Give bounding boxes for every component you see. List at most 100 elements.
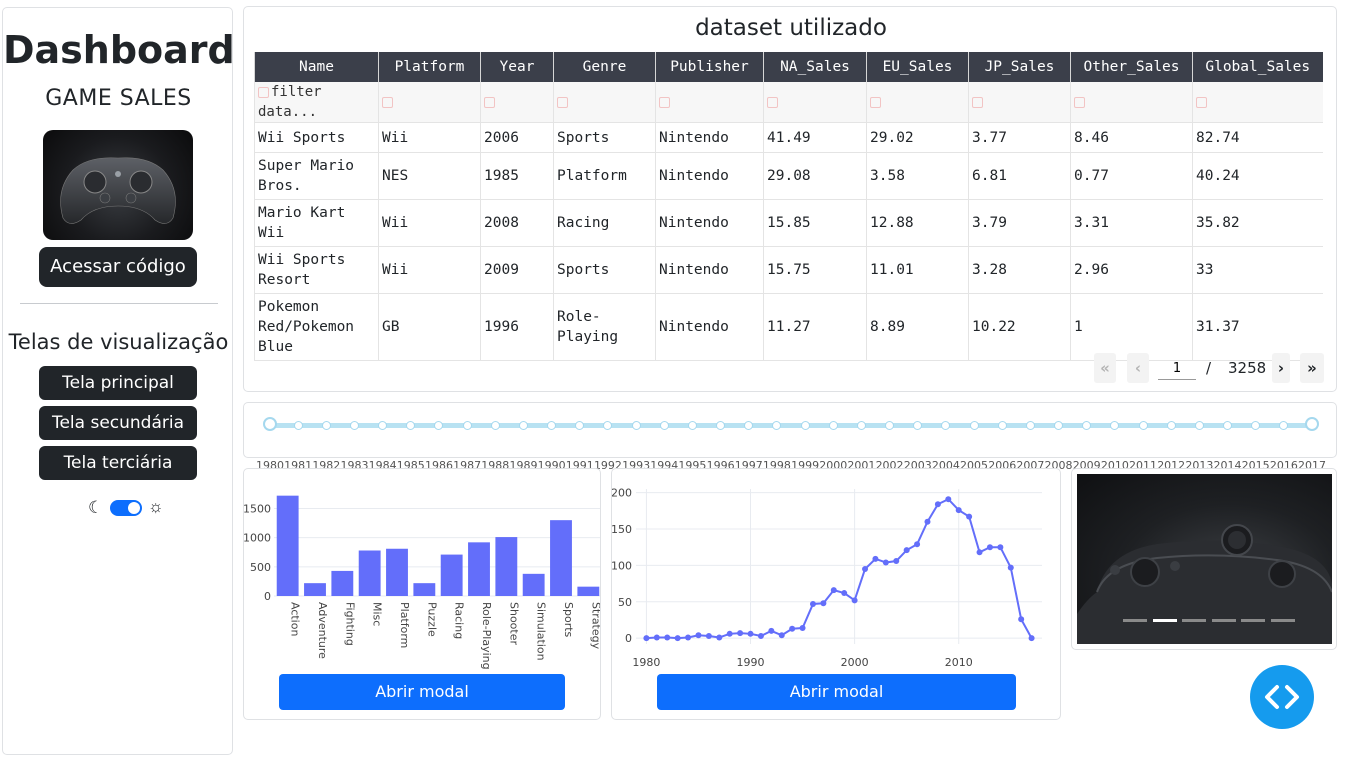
line-point[interactable] xyxy=(945,496,952,503)
line-point[interactable] xyxy=(757,632,764,639)
line-point[interactable] xyxy=(799,624,806,631)
carousel-indicator[interactable] xyxy=(1241,619,1265,622)
table-cell[interactable]: 3.77 xyxy=(968,122,1071,153)
line-point[interactable] xyxy=(664,634,671,641)
theme-switch[interactable] xyxy=(110,500,142,516)
bar[interactable] xyxy=(468,542,490,596)
line-point[interactable] xyxy=(851,597,858,604)
line-point[interactable] xyxy=(955,507,962,514)
carousel-indicator[interactable] xyxy=(1152,619,1177,622)
bar[interactable] xyxy=(550,520,572,596)
line-point[interactable] xyxy=(830,587,837,594)
table-cell[interactable]: 29.08 xyxy=(763,152,867,200)
line-point[interactable] xyxy=(841,590,848,597)
line-point[interactable] xyxy=(726,630,733,637)
line-point[interactable] xyxy=(1007,564,1014,571)
table-cell[interactable]: 1996 xyxy=(480,293,554,361)
table-cell[interactable]: Wii xyxy=(378,246,481,294)
filter-cell[interactable] xyxy=(968,82,1071,123)
table-cell[interactable]: Nintendo xyxy=(655,293,764,361)
table-cell[interactable]: 1 xyxy=(1070,293,1193,361)
line-point[interactable] xyxy=(747,630,754,637)
bar[interactable] xyxy=(413,583,436,596)
line-point[interactable] xyxy=(997,544,1004,551)
table-cell[interactable]: Super Mario Bros. xyxy=(254,152,379,200)
line-point[interactable] xyxy=(1028,635,1035,642)
table-cell[interactable]: 3.79 xyxy=(968,199,1071,247)
bar[interactable] xyxy=(440,554,463,596)
bar[interactable] xyxy=(386,548,408,596)
table-cell[interactable]: 8.89 xyxy=(866,293,969,361)
year-line-chart[interactable]: 0 50 100 150 200 1980 1990 2000 2010 xyxy=(611,469,1060,669)
column-header[interactable]: Platform xyxy=(378,52,481,82)
column-header[interactable]: Global_Sales xyxy=(1192,52,1323,82)
line-point[interactable] xyxy=(674,635,681,642)
column-header[interactable]: Name xyxy=(254,52,379,82)
filter-cell[interactable] xyxy=(866,82,969,123)
secondary-view-button[interactable]: Tela secundária xyxy=(39,406,197,440)
line-point[interactable] xyxy=(966,513,973,520)
theme-toggle[interactable]: ☾ ☼ xyxy=(88,497,168,518)
filter-cell[interactable] xyxy=(655,82,764,123)
table-cell[interactable]: Nintendo xyxy=(655,199,764,247)
table-cell[interactable]: Wii Sports Resort xyxy=(254,246,379,294)
main-view-button[interactable]: Tela principal xyxy=(39,366,197,400)
tertiary-view-button[interactable]: Tela terciária xyxy=(39,446,197,480)
line-point[interactable] xyxy=(820,600,827,607)
line-point[interactable] xyxy=(986,544,993,551)
table-cell[interactable]: Nintendo xyxy=(655,246,764,294)
table-cell[interactable]: 2008 xyxy=(480,199,554,247)
line-point[interactable] xyxy=(882,559,889,566)
filter-cell[interactable] xyxy=(480,82,554,123)
filter-cell[interactable] xyxy=(378,82,481,123)
table-cell[interactable]: 41.49 xyxy=(763,122,867,153)
table-cell[interactable]: Wii xyxy=(378,122,481,153)
line-point[interactable] xyxy=(924,518,931,525)
line-point[interactable] xyxy=(893,558,900,565)
line-point[interactable] xyxy=(934,501,941,508)
table-cell[interactable]: 11.27 xyxy=(763,293,867,361)
bar[interactable] xyxy=(577,586,600,596)
table-cell[interactable]: 29.02 xyxy=(866,122,969,153)
year-range-slider[interactable]: 1980 1981 1982 1983 1984 1985 1986 1987 1988 1989… xyxy=(256,417,1326,472)
filter-cell[interactable] xyxy=(763,82,867,123)
line-point[interactable] xyxy=(809,600,816,607)
table-cell[interactable]: Mario Kart Wii xyxy=(254,199,379,247)
table-cell[interactable]: 35.82 xyxy=(1192,199,1323,247)
line-point[interactable] xyxy=(643,635,650,642)
page-number-input[interactable] xyxy=(1158,358,1196,380)
open-bar-modal-button[interactable]: Abrir modal xyxy=(279,674,565,710)
line-point[interactable] xyxy=(695,632,702,639)
bar[interactable] xyxy=(276,495,299,596)
table-cell[interactable]: Role-Playing xyxy=(553,293,656,361)
next-page-button[interactable]: › xyxy=(1272,353,1290,383)
bar[interactable] xyxy=(331,570,354,596)
table-row[interactable]: Wii Sports Wii 2006 Sports Nintendo 41.4… xyxy=(254,122,1323,153)
table-cell[interactable]: 15.75 xyxy=(763,246,867,294)
table-cell[interactable]: NES xyxy=(378,152,481,200)
table-row[interactable]: Wii Sports Resort Wii 2009 Sports Ninten… xyxy=(254,246,1323,294)
line-point[interactable] xyxy=(716,634,723,641)
table-cell[interactable]: Pokemon Red/Pokemon Blue xyxy=(254,293,379,361)
table-cell[interactable]: 2.96 xyxy=(1070,246,1193,294)
bar[interactable] xyxy=(522,573,545,596)
table-cell[interactable]: 10.22 xyxy=(968,293,1071,361)
filter-cell[interactable] xyxy=(1192,82,1323,123)
column-header[interactable]: Other_Sales xyxy=(1070,52,1193,82)
table-cell[interactable]: 1985 xyxy=(480,152,554,200)
line-point[interactable] xyxy=(653,634,660,641)
open-line-modal-button[interactable]: Abrir modal xyxy=(657,674,1016,710)
filter-cell[interactable]: filter data... xyxy=(254,82,379,123)
bar[interactable] xyxy=(358,550,381,597)
table-cell[interactable]: Racing xyxy=(553,199,656,247)
bar[interactable] xyxy=(495,537,518,596)
line-point[interactable] xyxy=(903,547,910,554)
table-cell[interactable]: 2009 xyxy=(480,246,554,294)
line-point[interactable] xyxy=(778,632,785,639)
filter-cell[interactable] xyxy=(553,82,656,123)
table-cell[interactable]: 31.37 xyxy=(1192,293,1323,361)
genre-bar-chart[interactable]: 0 500 1000 1500 Action Adventure Fighting Misc P… xyxy=(243,469,602,670)
table-cell[interactable]: Wii xyxy=(378,199,481,247)
bar[interactable] xyxy=(304,583,326,596)
carousel-indicator[interactable] xyxy=(1211,619,1236,622)
